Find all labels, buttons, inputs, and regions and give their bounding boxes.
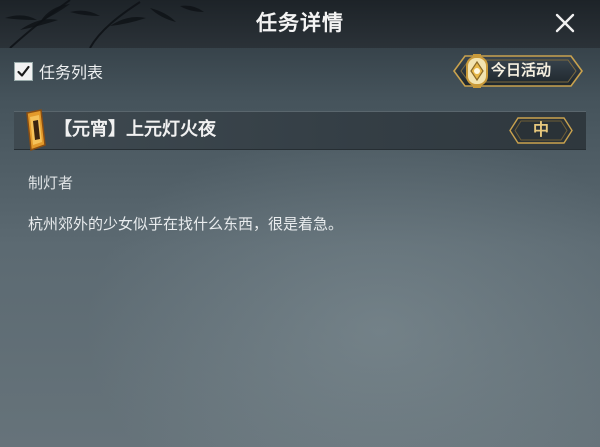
quest-npc: 制灯者 [28,174,74,192]
window-title: 任务详情 [256,11,344,35]
quest-header[interactable]: 【元宵】上元灯火夜 中 [14,109,586,151]
checkmark-icon [17,65,30,77]
close-icon [555,13,575,33]
quest-description: 杭州郊外的少女似乎在找什么东西，很是着急。 [28,215,344,233]
close-button[interactable] [550,8,580,38]
difficulty-badge: 中 [532,120,549,139]
lantern-icon [466,54,488,88]
quest-detail-panel: 任务详情 任务列表 今日活动 【元宵】上元灯火夜 中 制灯者 杭州郊外的少女似乎… [0,0,600,447]
quest-title: 【元宵】上元灯火夜 [54,119,216,140]
task-list-toggle[interactable]: 任务列表 [14,57,103,85]
task-list-checkbox[interactable] [14,61,33,81]
today-activity-button[interactable]: 今日活动 [451,53,585,89]
task-list-label: 任务列表 [39,63,104,82]
today-activity-label: 今日活动 [491,61,552,79]
title-bar: 任务详情 [0,0,600,48]
quest-scroll-icon [26,109,46,151]
